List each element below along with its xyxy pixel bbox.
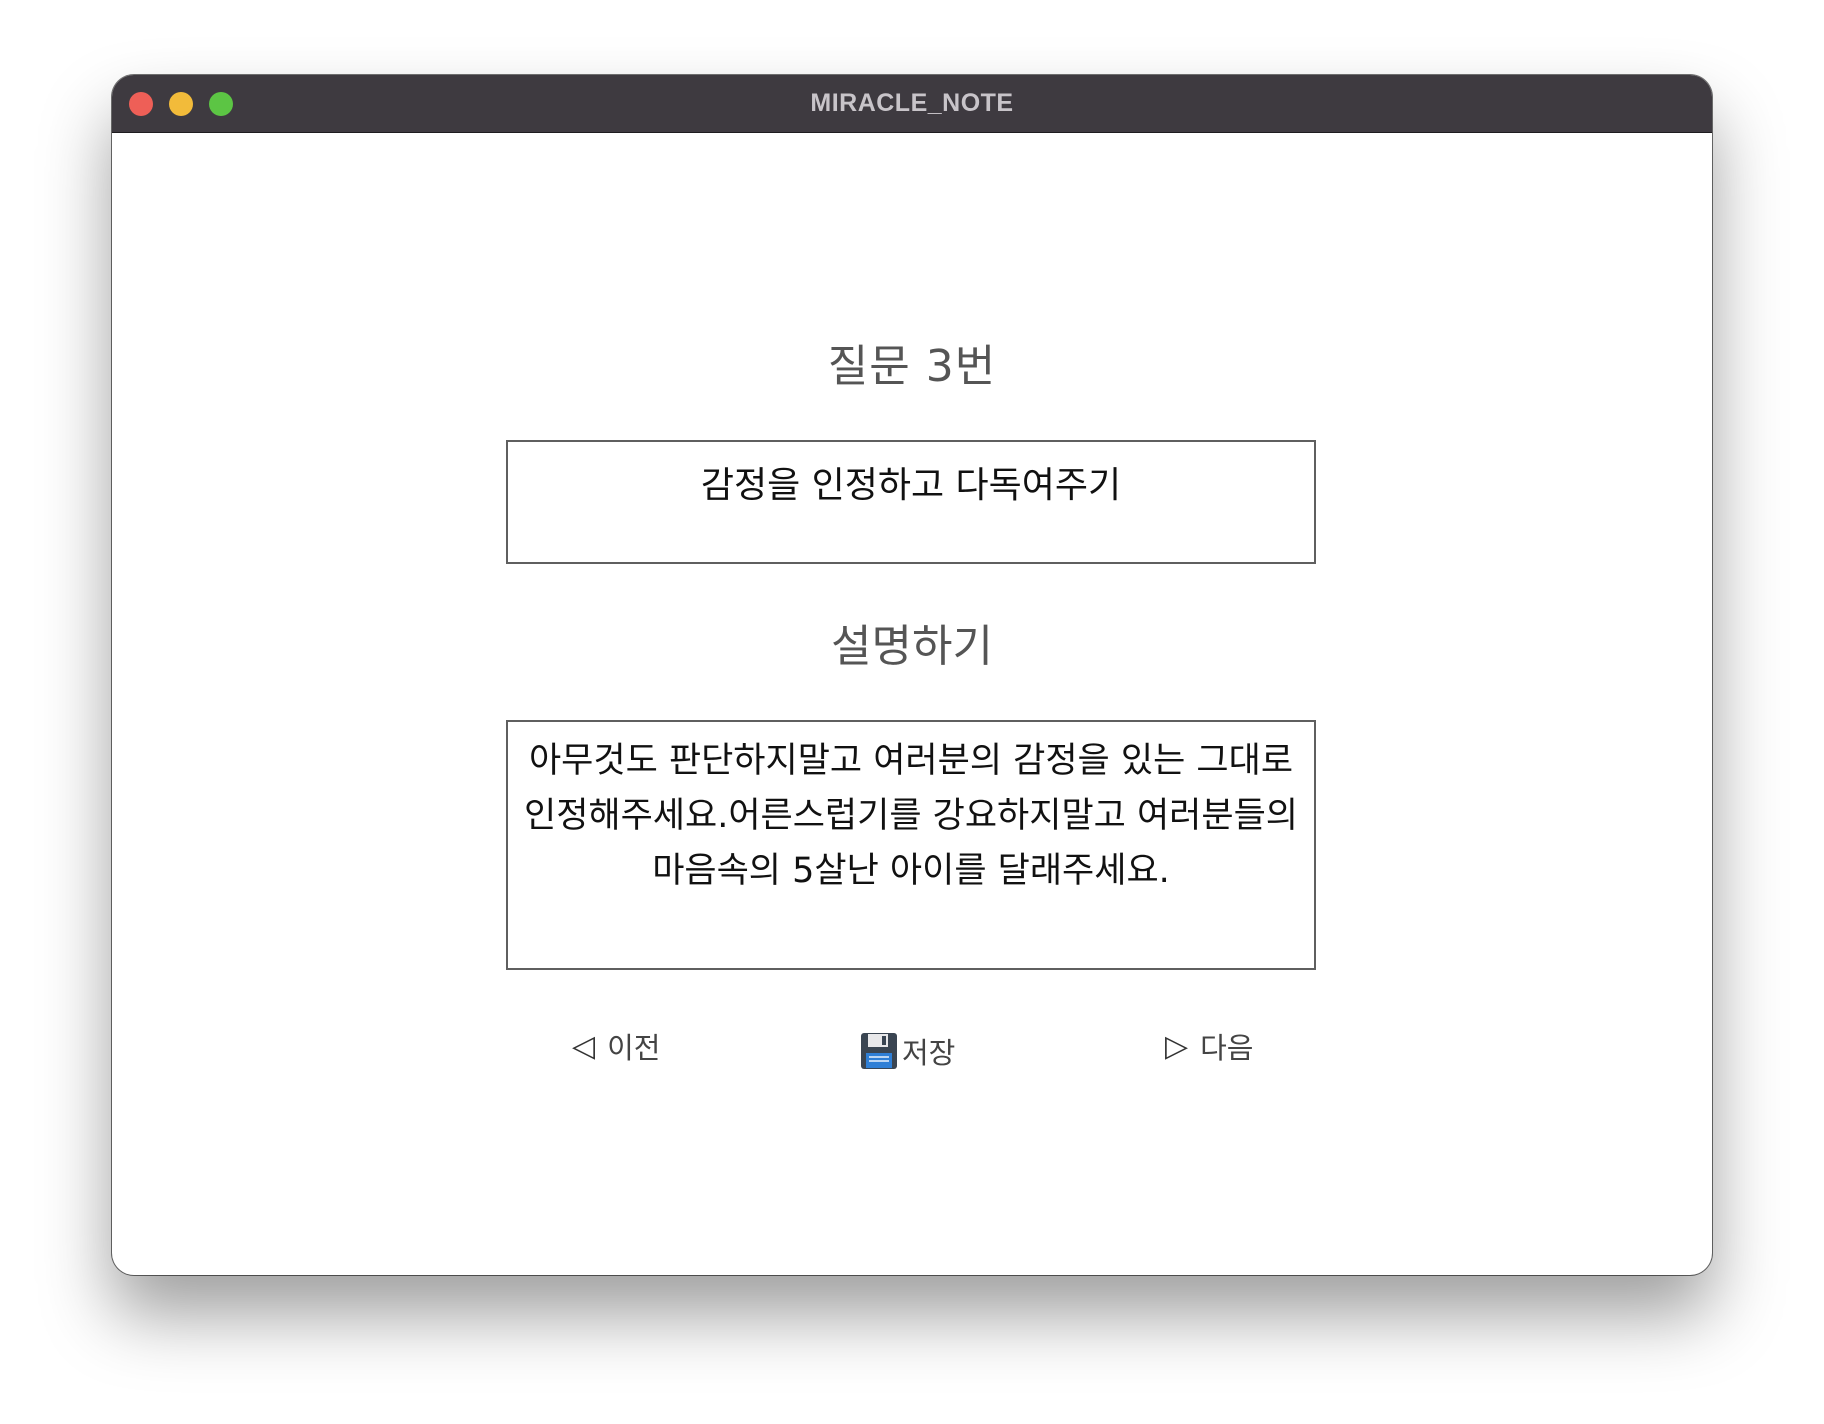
- triangle-right-icon: ▷: [1165, 1028, 1189, 1064]
- save-label: 저장: [902, 1036, 956, 1070]
- question-box: 감정을 인정하고 다독여주기: [506, 440, 1316, 564]
- description-text: 아무것도 판단하지말고 여러분의 감정을 있는 그대로 인정해주세요.어른스럽기…: [524, 741, 1298, 891]
- app-window: MIRACLE_NOTE 질문 3번 감정을 인정하고 다독여주기 설명하기 아…: [112, 75, 1712, 1275]
- question-heading: 질문 3번: [827, 341, 997, 392]
- window-title: MIRACLE_NOTE: [810, 89, 1014, 117]
- description-heading: 설명하기: [831, 621, 993, 672]
- next-label: 다음: [1200, 1031, 1254, 1065]
- prev-label: 이전: [607, 1031, 661, 1065]
- floppy-disk-icon: [861, 1033, 897, 1069]
- prev-button[interactable]: ◁ 이전: [572, 1025, 660, 1067]
- triangle-left-icon: ◁: [572, 1028, 596, 1064]
- description-box: 아무것도 판단하지말고 여러분의 감정을 있는 그대로 인정해주세요.어른스럽기…: [506, 720, 1316, 970]
- next-button[interactable]: ▷ 다음: [1165, 1025, 1253, 1067]
- save-button[interactable]: 저장: [860, 1030, 955, 1072]
- question-text: 감정을 인정하고 다독여주기: [700, 465, 1122, 506]
- title-bar: MIRACLE_NOTE: [112, 75, 1712, 133]
